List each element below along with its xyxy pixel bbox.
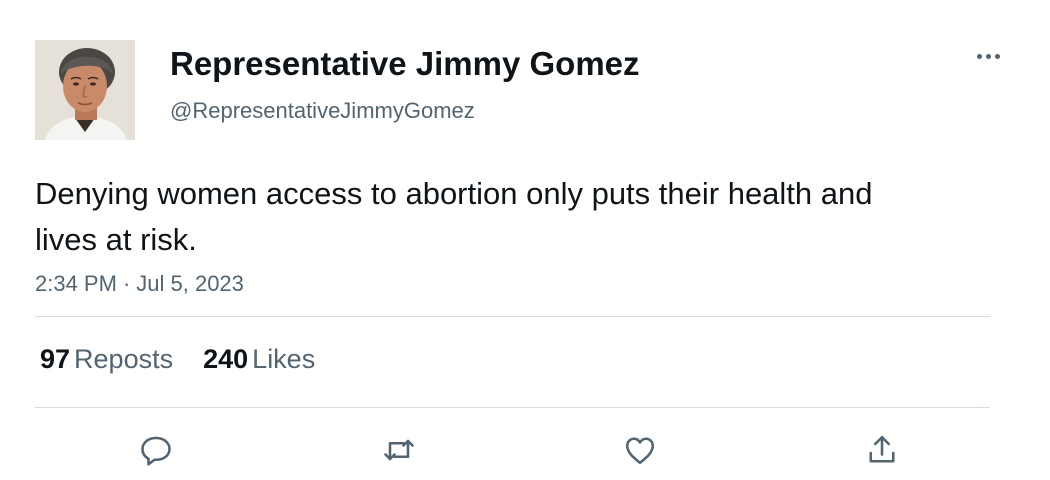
tweet-card: Representative Jimmy Gomez @Representati… [0, 0, 1050, 480]
more-options-button[interactable] [968, 44, 1008, 68]
reply-icon [141, 436, 171, 466]
heart-icon [625, 437, 655, 465]
avatar[interactable] [35, 40, 135, 140]
divider [35, 316, 990, 317]
share-icon [869, 435, 895, 463]
repost-button[interactable] [379, 430, 419, 470]
author-handle[interactable]: @RepresentativeJimmyGomez [170, 97, 475, 125]
author-display-name[interactable]: Representative Jimmy Gomez [170, 45, 640, 83]
like-button[interactable] [620, 430, 660, 470]
tweet-timestamp[interactable]: 2:34 PM · Jul 5, 2023 [35, 270, 244, 298]
divider [35, 407, 990, 408]
tweet-date: Jul 5, 2023 [136, 271, 244, 296]
reposts-count: 97 [40, 344, 71, 374]
likes-stat[interactable]: 240 Likes [203, 342, 315, 376]
share-button[interactable] [862, 430, 902, 470]
avatar-image [35, 40, 135, 140]
more-horizontal-icon [994, 53, 1000, 59]
engagement-stats: 97 Reposts 240 Likes [40, 342, 315, 376]
reply-button[interactable] [136, 430, 176, 470]
likes-label: Likes [252, 344, 316, 374]
reposts-stat[interactable]: 97 Reposts [40, 342, 173, 376]
tweet-time: 2:34 PM [35, 271, 117, 296]
more-horizontal-icon [976, 53, 982, 59]
more-horizontal-icon [985, 53, 991, 59]
meta-separator: · [122, 271, 131, 296]
likes-count: 240 [203, 344, 249, 374]
tweet-text: Denying women access to abortion only pu… [35, 176, 873, 257]
repost-icon [384, 439, 414, 461]
reposts-label: Reposts [74, 344, 174, 374]
